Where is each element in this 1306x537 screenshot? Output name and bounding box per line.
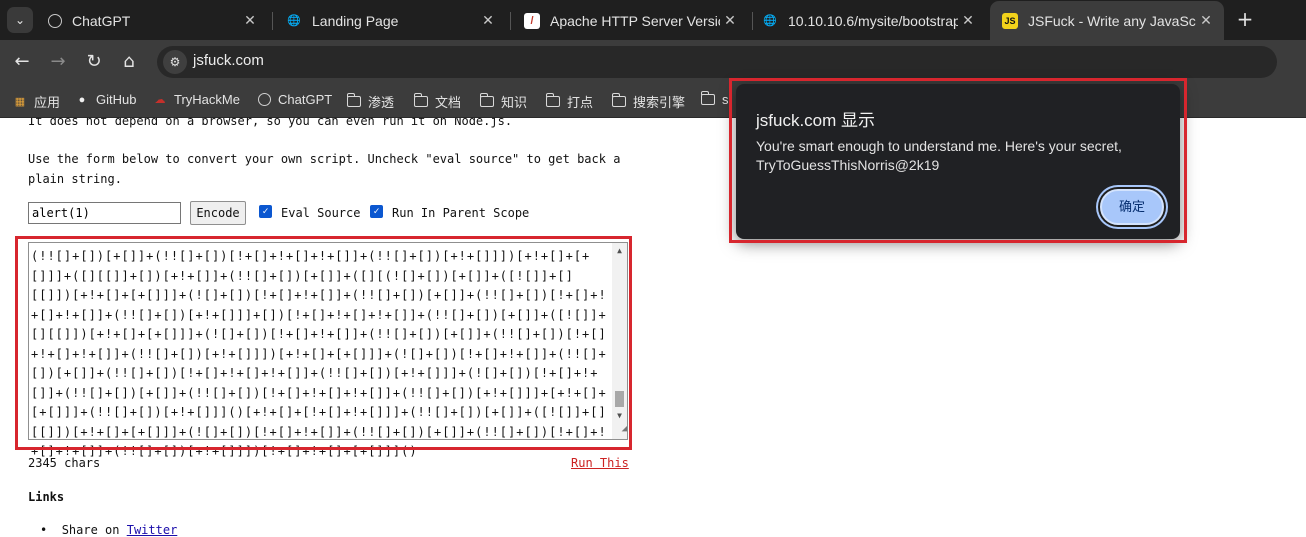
run-this-link[interactable]: Run This bbox=[571, 456, 629, 470]
bookmark-folder-knowledge[interactable]: 知识 bbox=[479, 92, 527, 111]
tab-chatgpt[interactable]: ChatGPT ✕ bbox=[36, 3, 268, 38]
tab-mysite-bootstrap[interactable]: 🌐 10.10.10.6/mysite/bootstrap/ ✕ bbox=[750, 3, 986, 38]
site-settings-icon[interactable]: ⚙ bbox=[163, 50, 187, 74]
tab-jsfuck[interactable]: JS JSFuck - Write any JavaScript ✕ bbox=[990, 1, 1224, 40]
bookmark-folder-search-engines[interactable]: 搜索引擎 bbox=[611, 92, 685, 111]
folder-icon bbox=[700, 91, 716, 107]
chatgpt-icon bbox=[256, 93, 272, 107]
bookmark-folder-s[interactable]: s bbox=[700, 91, 729, 107]
bookmark-label: 打点 bbox=[567, 95, 594, 110]
tab-strip: ⌄ ChatGPT ✕ 🌐 Landing Page ✕ / Apache HT… bbox=[0, 0, 1306, 40]
tab-title: Landing Page bbox=[312, 12, 399, 29]
address-bar[interactable]: ⚙ jsfuck.com bbox=[157, 46, 1277, 78]
bookmark-label: 文档 bbox=[435, 95, 462, 110]
run-in-parent-scope-label: Run In Parent Scope bbox=[392, 206, 530, 220]
bookmark-apps[interactable]: ▦ 应用 bbox=[12, 92, 60, 111]
bookmark-tryhackme[interactable]: ☁ TryHackMe bbox=[152, 92, 240, 107]
close-icon[interactable]: ✕ bbox=[720, 12, 740, 29]
jsfuck-icon: JS bbox=[1002, 12, 1018, 29]
tryhackme-icon: ☁ bbox=[154, 94, 166, 106]
links-heading: Links bbox=[28, 490, 65, 504]
tab-separator bbox=[510, 12, 511, 30]
output-highlight-box bbox=[15, 236, 632, 450]
bookmark-github[interactable]: ● GitHub bbox=[74, 92, 137, 107]
close-icon[interactable]: ✕ bbox=[240, 12, 260, 29]
bullet-icon: • bbox=[40, 523, 62, 537]
home-icon[interactable]: ⌂ bbox=[117, 50, 141, 74]
bookmark-label: GitHub bbox=[96, 92, 137, 107]
tab-separator bbox=[272, 12, 273, 30]
forward-arrow-icon[interactable]: → bbox=[46, 50, 70, 74]
github-icon: ● bbox=[78, 93, 86, 106]
eval-source-label: Eval Source bbox=[281, 206, 361, 220]
tab-title: Apache HTTP Server Version bbox=[550, 12, 720, 29]
folder-icon bbox=[346, 93, 362, 109]
bookmark-label: 渗透 bbox=[368, 95, 395, 110]
bookmark-label: 应用 bbox=[34, 95, 61, 110]
bookmark-label: TryHackMe bbox=[174, 92, 240, 107]
back-arrow-icon[interactable]: ← bbox=[10, 50, 34, 74]
share-prefix: Share on bbox=[61, 523, 120, 537]
apps-grid-icon: ▦ bbox=[14, 96, 26, 108]
char-count: 2345 chars bbox=[28, 456, 101, 470]
tab-search-chevron-icon[interactable]: ⌄ bbox=[7, 7, 33, 33]
bookmark-label: s bbox=[722, 92, 729, 107]
reload-icon[interactable]: ↻ bbox=[82, 50, 106, 74]
close-icon[interactable]: ✕ bbox=[958, 12, 978, 29]
url-text[interactable]: jsfuck.com bbox=[193, 52, 264, 69]
tab-title: 10.10.10.6/mysite/bootstrap/ bbox=[788, 12, 958, 29]
tab-landing-page[interactable]: 🌐 Landing Page ✕ bbox=[274, 3, 506, 38]
bookmark-folder-recon[interactable]: 打点 bbox=[545, 92, 593, 111]
twitter-link[interactable]: Twitter bbox=[127, 523, 178, 537]
chatgpt-icon bbox=[48, 13, 62, 28]
new-tab-plus-icon[interactable]: + bbox=[1234, 8, 1256, 32]
instructions-paragraph: Use the form below to convert your own s… bbox=[28, 152, 621, 186]
share-list-item: • Share on Twitter bbox=[40, 523, 177, 537]
bookmark-folder-pentest[interactable]: 渗透 bbox=[346, 92, 394, 111]
intro-paragraph: It does not depend on a browser, so you … bbox=[28, 118, 513, 128]
source-code-input[interactable] bbox=[28, 202, 181, 224]
close-icon[interactable]: ✕ bbox=[478, 12, 498, 29]
bookmark-chatgpt[interactable]: ChatGPT bbox=[256, 92, 332, 107]
folder-icon bbox=[479, 93, 495, 109]
bookmark-label: 搜索引擎 bbox=[633, 95, 686, 110]
close-icon[interactable]: ✕ bbox=[1196, 12, 1216, 29]
encode-button[interactable]: Encode bbox=[190, 201, 246, 225]
bookmark-folder-docs[interactable]: 文档 bbox=[413, 92, 461, 111]
run-in-parent-scope-checkbox[interactable]: ✓ bbox=[370, 205, 383, 218]
tab-title: ChatGPT bbox=[72, 12, 131, 29]
folder-icon bbox=[611, 93, 627, 109]
folder-icon bbox=[545, 93, 561, 109]
eval-source-checkbox[interactable]: ✓ bbox=[259, 205, 272, 218]
bookmark-label: 知识 bbox=[501, 95, 528, 110]
globe-icon: 🌐 bbox=[287, 15, 301, 27]
bookmark-label: ChatGPT bbox=[278, 92, 333, 107]
folder-icon bbox=[413, 93, 429, 109]
globe-icon: 🌐 bbox=[763, 15, 777, 27]
apache-icon: / bbox=[524, 12, 540, 29]
dialog-highlight-box bbox=[729, 78, 1187, 243]
tab-title: JSFuck - Write any JavaScript bbox=[1028, 12, 1196, 29]
tab-apache[interactable]: / Apache HTTP Server Version ✕ bbox=[512, 3, 748, 38]
